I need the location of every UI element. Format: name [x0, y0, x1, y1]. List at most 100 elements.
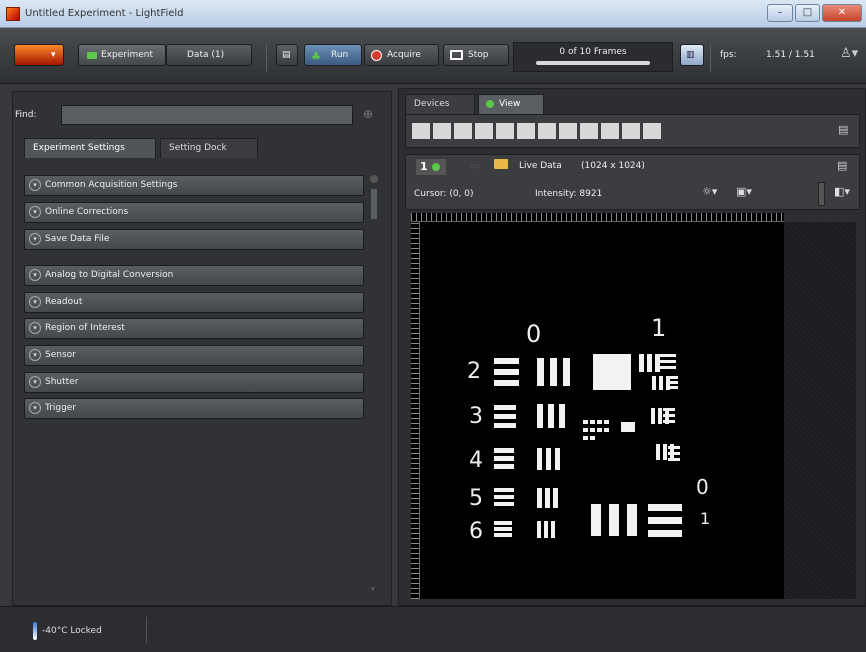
- target-bar: [648, 504, 682, 511]
- target-bar: [591, 504, 601, 536]
- thermometer-icon: [33, 622, 37, 640]
- target-bar: [494, 521, 512, 525]
- run-label: Run: [331, 50, 349, 60]
- target-bar: [494, 448, 514, 453]
- target-bar: [590, 436, 595, 440]
- target-bar: [604, 420, 609, 424]
- tab-setting-dock[interactable]: Setting Dock: [160, 138, 258, 158]
- scroll-up-icon[interactable]: [370, 175, 378, 183]
- section-common-acquisition[interactable]: ▾ Common Acquisition Settings: [24, 175, 364, 196]
- chevron-down-icon: ▾: [29, 322, 41, 334]
- temperature-status: -40°C Locked: [42, 626, 102, 636]
- element-label-5: 5: [469, 486, 483, 511]
- folder-icon[interactable]: [494, 159, 508, 169]
- status-bar: -40°C Locked: [0, 606, 866, 652]
- experiment-label: Experiment: [101, 50, 154, 60]
- zoom-slider[interactable]: [818, 182, 825, 206]
- target-bar: [494, 527, 512, 531]
- close-button[interactable]: ✕: [822, 4, 862, 22]
- user-settings-icon[interactable]: ♙▾: [840, 46, 858, 61]
- target-bar: [609, 504, 619, 536]
- element-label-2: 2: [467, 359, 481, 384]
- target-bar: [590, 428, 595, 432]
- minimize-button[interactable]: –: [767, 4, 793, 22]
- find-input[interactable]: [61, 105, 353, 125]
- target-bar: [663, 414, 675, 417]
- target-bar: [663, 420, 675, 423]
- section-region-of-interest[interactable]: ▾ Region of Interest: [24, 318, 364, 339]
- fps-label: fps:: [720, 50, 737, 60]
- tab-experiment-settings[interactable]: Experiment Settings: [24, 138, 156, 158]
- display-options-icon[interactable]: ▣▾: [736, 185, 752, 198]
- target-bar: [537, 488, 542, 508]
- target-bar: [652, 376, 656, 390]
- target-bar: [583, 436, 588, 440]
- data-tab[interactable]: Data (1): [166, 44, 252, 66]
- export-icon[interactable]: ◧▾: [834, 185, 850, 198]
- section-save-data-file[interactable]: ▾ Save Data File: [24, 229, 364, 250]
- section-sensor[interactable]: ▾ Sensor: [24, 345, 364, 366]
- save-icon[interactable]: ▤: [838, 123, 848, 136]
- target-bar: [663, 408, 675, 411]
- experiment-tab[interactable]: Experiment: [78, 44, 166, 66]
- tab-view[interactable]: View: [478, 94, 544, 114]
- lightfield-window: Untitled Experiment - LightField – □ ✕ ▾…: [0, 0, 866, 652]
- section-trigger[interactable]: ▾ Trigger: [24, 398, 364, 419]
- section-label: Online Corrections: [45, 207, 129, 217]
- target-bar: [668, 446, 680, 449]
- acquire-button[interactable]: Acquire: [364, 44, 439, 66]
- chevron-down-icon: ▾: [29, 233, 41, 245]
- target-bar: [660, 366, 676, 369]
- status-separator: [146, 617, 147, 643]
- target-bar: [494, 405, 516, 410]
- section-label: Shutter: [45, 377, 79, 387]
- vertical-ruler: [411, 222, 420, 599]
- target-bar: [559, 404, 565, 428]
- section-label: Readout: [45, 297, 83, 307]
- chevron-down-icon: ▾: [29, 269, 41, 281]
- target-bar: [494, 423, 516, 428]
- view-number-selector[interactable]: 1: [416, 159, 446, 175]
- target-bar: [647, 354, 652, 372]
- target-bar: [553, 488, 558, 508]
- tab-devices[interactable]: Devices: [405, 94, 475, 114]
- frames-progress: 0 of 10 Frames: [513, 42, 673, 72]
- stop-button[interactable]: Stop: [443, 44, 509, 66]
- section-readout[interactable]: ▾ Readout: [24, 292, 364, 313]
- image-margin: [784, 222, 856, 599]
- view-number: 1: [420, 160, 428, 173]
- brightness-icon[interactable]: ☼▾: [702, 185, 717, 198]
- run-button[interactable]: ♣ Run: [304, 44, 362, 66]
- target-bar: [494, 488, 514, 492]
- target-bar: [494, 456, 514, 461]
- scroll-down-icon[interactable]: ▾: [371, 585, 375, 593]
- target-bar: [494, 464, 514, 469]
- image-display[interactable]: 0 1 2 3 4 5 6 0 1: [411, 222, 784, 599]
- left-scrollbar[interactable]: ▾: [368, 175, 380, 595]
- fps-value: 1.51 / 1.51: [766, 50, 815, 60]
- section-online-corrections[interactable]: ▾ Online Corrections: [24, 202, 364, 223]
- layout-toolbar: ▤: [405, 114, 860, 148]
- target-bar: [494, 358, 519, 364]
- back-arrow-icon[interactable]: ⇦: [470, 159, 480, 173]
- intensity-readout: Intensity: 8921: [535, 189, 603, 199]
- small-group-label-1: 1: [700, 509, 711, 528]
- target-bar: [590, 420, 595, 424]
- target-bar: [593, 354, 631, 390]
- target-bar: [651, 408, 655, 424]
- acquire-icon: [371, 50, 382, 61]
- search-icon[interactable]: ⊕: [363, 107, 373, 121]
- app-menu-button[interactable]: ▾: [14, 44, 64, 66]
- save-icon[interactable]: ▥: [680, 44, 704, 66]
- section-label: Analog to Digital Conversion: [45, 270, 174, 280]
- section-shutter[interactable]: ▾ Shutter: [24, 372, 364, 393]
- save-icon[interactable]: ▤: [837, 159, 847, 172]
- maximize-button[interactable]: □: [795, 4, 820, 22]
- section-adc[interactable]: ▾ Analog to Digital Conversion: [24, 265, 364, 286]
- layout-icon[interactable]: ▤: [276, 44, 298, 66]
- layout-picker[interactable]: [412, 123, 662, 139]
- section-label: Sensor: [45, 350, 76, 360]
- scroll-thumb[interactable]: [371, 189, 377, 219]
- status-led-icon: [432, 163, 440, 171]
- title-bar: Untitled Experiment - LightField – □ ✕: [0, 0, 866, 28]
